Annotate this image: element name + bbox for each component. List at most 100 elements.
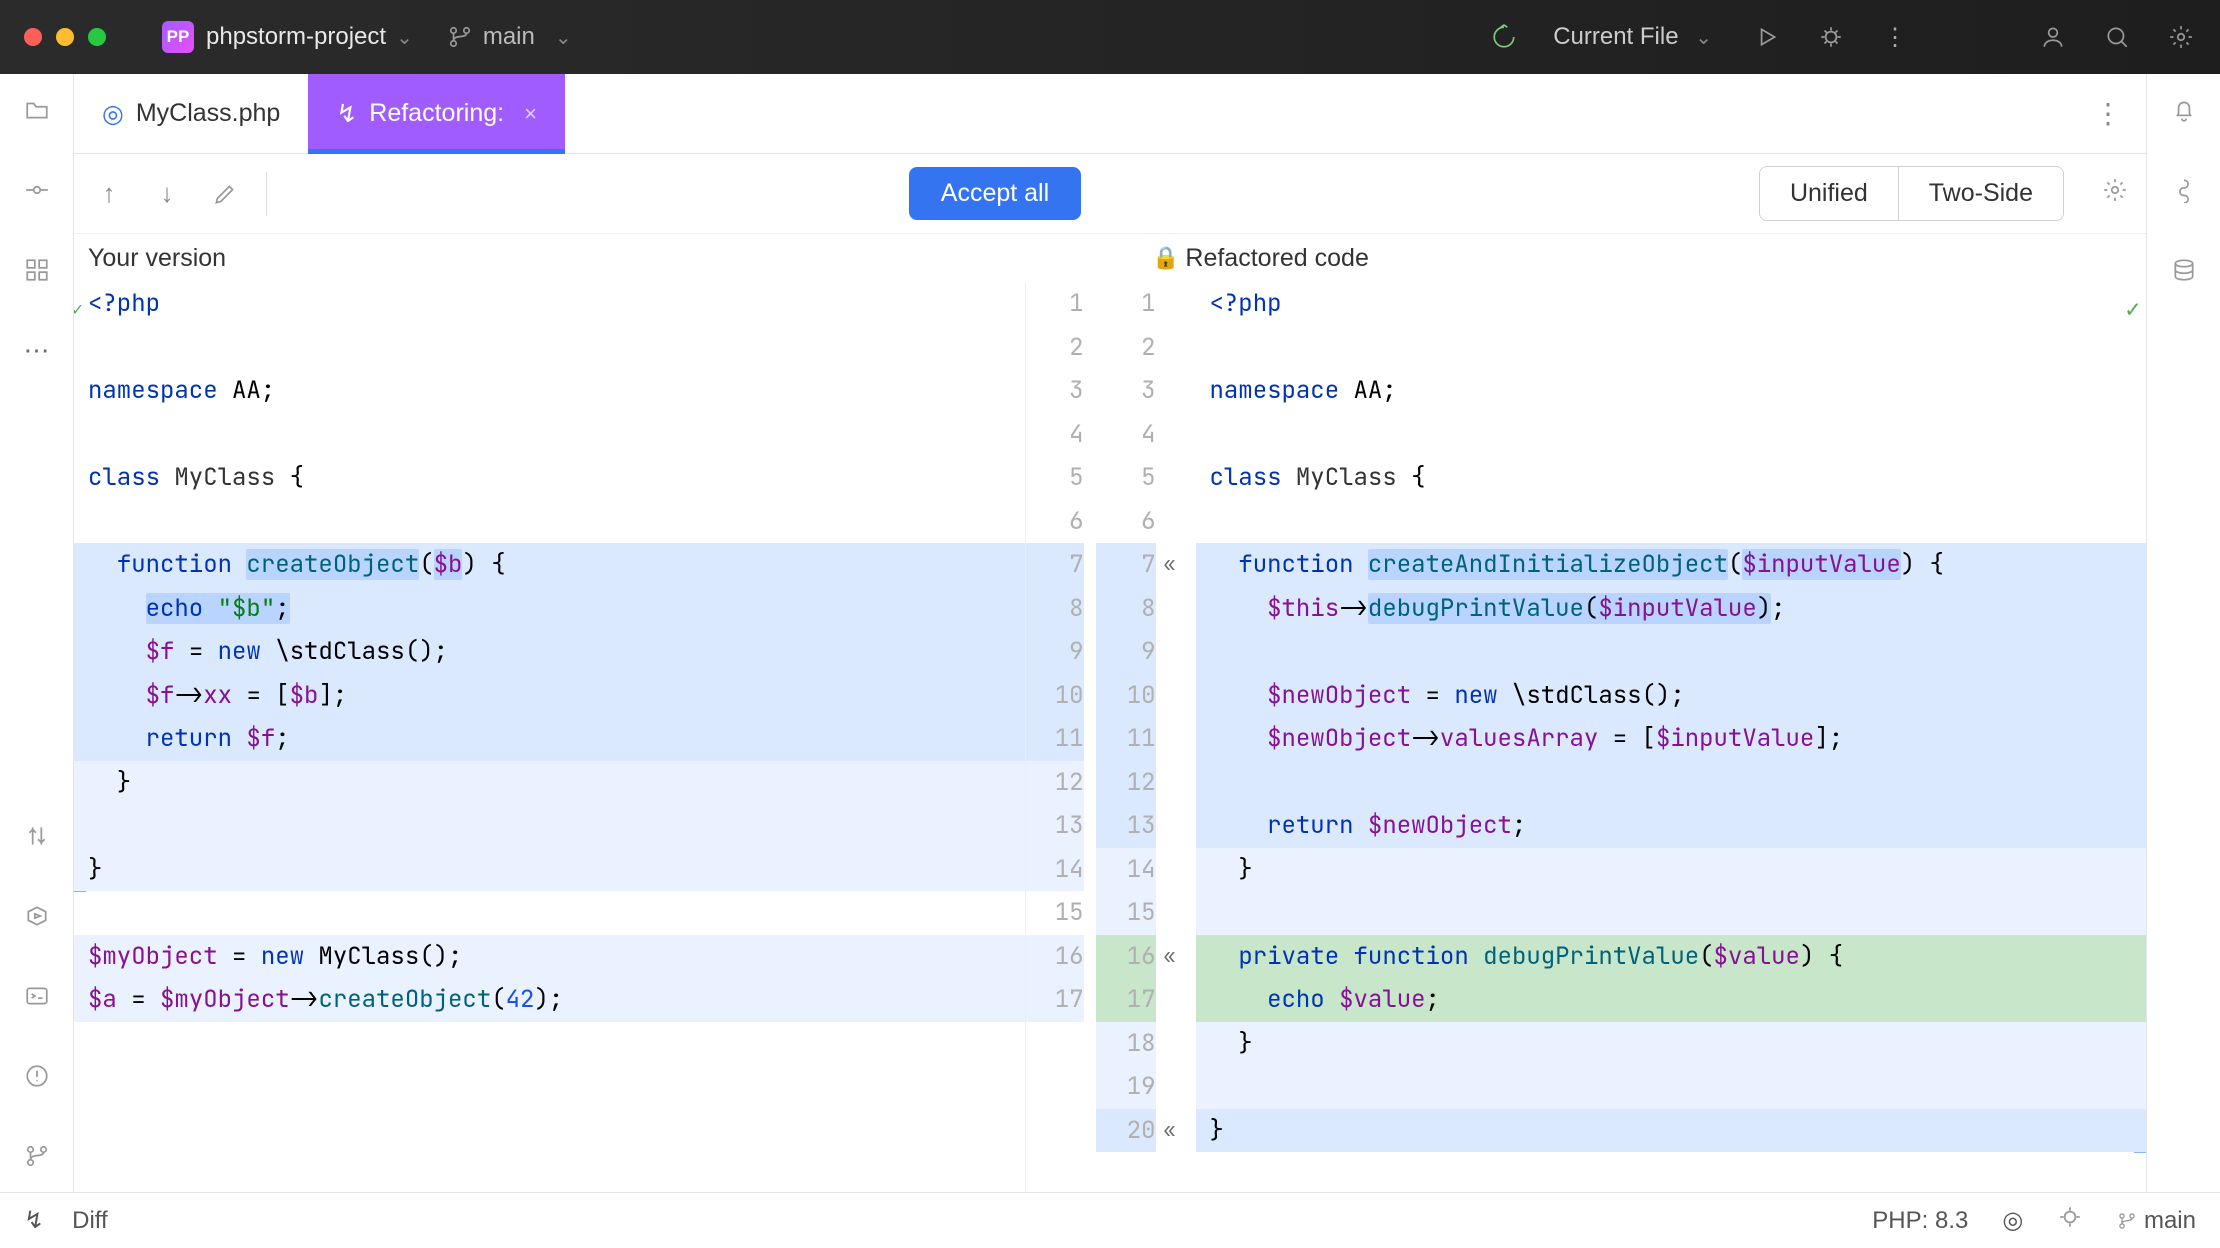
project-icon[interactable]	[19, 92, 55, 128]
run-icon[interactable]	[1752, 22, 1782, 52]
code-line[interactable]: $f->xx = [$b];	[74, 674, 1025, 718]
maximize-window-icon[interactable]	[88, 28, 106, 46]
prev-diff-icon[interactable]: ↑	[92, 177, 126, 211]
expand-icon[interactable]	[1164, 978, 1196, 1022]
code-line[interactable]	[1196, 326, 2147, 370]
code-line[interactable]: class MyClass {	[74, 456, 1025, 500]
close-window-icon[interactable]	[24, 28, 42, 46]
more-tools-icon[interactable]: ⋯	[19, 332, 55, 368]
code-line[interactable]	[1196, 630, 2147, 674]
close-icon[interactable]: ×	[524, 101, 537, 127]
terminal-icon[interactable]	[19, 978, 55, 1014]
code-line[interactable]: echo "$b";	[74, 587, 1025, 631]
expand-icon[interactable]	[1164, 891, 1196, 935]
diff-settings-icon[interactable]	[2102, 177, 2128, 210]
code-line[interactable]: $a = $myObject->createObject(42);	[74, 978, 1025, 1022]
code-line[interactable]: $newObject = new \stdClass();	[1196, 674, 2147, 718]
structure-icon[interactable]	[19, 252, 55, 288]
code-line[interactable]: function createObject($b) {	[74, 543, 1025, 587]
vcs-status[interactable]: main	[2117, 1207, 2196, 1235]
expand-icon[interactable]	[1164, 369, 1196, 413]
minimize-window-icon[interactable]	[56, 28, 74, 46]
edit-icon[interactable]	[208, 177, 242, 211]
search-icon[interactable]	[2102, 22, 2132, 52]
git-icon[interactable]	[19, 1138, 55, 1174]
twoside-view-button[interactable]: Two-Side	[1898, 167, 2063, 220]
expand-icon[interactable]: «	[1164, 1109, 1196, 1153]
run-config-selector[interactable]: Current File ⌄	[1553, 23, 1712, 51]
code-line[interactable]: function createAndInitializeObject($inpu…	[1196, 543, 2147, 587]
more-icon[interactable]: ⋮	[1880, 22, 1910, 52]
tab-refactoring[interactable]: ↯ Refactoring: ×	[308, 74, 565, 154]
ai-assistant-icon[interactable]	[2166, 172, 2202, 208]
unified-view-button[interactable]: Unified	[1760, 167, 1898, 220]
code-line[interactable]: $myObject = new MyClass();	[74, 935, 1025, 979]
expand-icon[interactable]	[1164, 674, 1196, 718]
pull-requests-icon[interactable]	[19, 818, 55, 854]
code-line[interactable]	[1196, 500, 2147, 544]
database-icon[interactable]	[2166, 252, 2202, 288]
code-line[interactable]	[1196, 1065, 2147, 1109]
code-line[interactable]	[74, 413, 1025, 457]
code-line[interactable]: private function debugPrintValue($value)…	[1196, 935, 2147, 979]
debugger-status-icon[interactable]	[2057, 1204, 2083, 1237]
project-name[interactable]: phpstorm-project	[206, 23, 386, 51]
code-line[interactable]: namespace AA;	[1196, 369, 2147, 413]
expand-icon[interactable]	[1164, 761, 1196, 805]
code-line[interactable]: }	[74, 761, 1025, 805]
expand-icon[interactable]	[1164, 848, 1196, 892]
chevron-down-icon[interactable]: ⌄	[396, 25, 413, 50]
debug-icon[interactable]	[1816, 22, 1846, 52]
vcs-branch-selector[interactable]: main ⌄	[447, 23, 572, 51]
code-line[interactable]: }	[74, 848, 1025, 892]
next-diff-icon[interactable]: ↓	[150, 177, 184, 211]
diff-label[interactable]: Diff	[72, 1207, 108, 1235]
gear-icon[interactable]	[2166, 22, 2196, 52]
expand-icon[interactable]	[1164, 282, 1196, 326]
code-line[interactable]: echo $value;	[1196, 978, 2147, 1022]
php-version[interactable]: PHP: 8.3	[1872, 1207, 1968, 1235]
problems-icon[interactable]	[19, 1058, 55, 1094]
expand-icon[interactable]	[1164, 413, 1196, 457]
expand-icon[interactable]	[1164, 500, 1196, 544]
expand-icon[interactable]	[1164, 717, 1196, 761]
code-line[interactable]: return $f;	[74, 717, 1025, 761]
coverage-icon[interactable]: ◎	[2002, 1206, 2023, 1235]
code-line[interactable]	[1196, 413, 2147, 457]
code-line[interactable]: $this->debugPrintValue($inputValue);	[1196, 587, 2147, 631]
services-icon[interactable]	[19, 898, 55, 934]
expand-icon[interactable]	[1164, 804, 1196, 848]
expand-icon[interactable]	[1164, 630, 1196, 674]
code-line[interactable]: }	[1196, 1109, 2147, 1153]
tab-overflow-icon[interactable]: ⋮	[2070, 97, 2146, 130]
code-line[interactable]	[74, 804, 1025, 848]
expand-icon[interactable]	[1164, 1022, 1196, 1066]
accept-all-button[interactable]: Accept all	[909, 167, 1081, 220]
code-line[interactable]: }	[1196, 848, 2147, 892]
expand-icon[interactable]	[1164, 587, 1196, 631]
expand-icon[interactable]	[1164, 1065, 1196, 1109]
code-line[interactable]: $newObject->valuesArray = [$inputValue];	[1196, 717, 2147, 761]
code-line[interactable]: namespace AA;	[74, 369, 1025, 413]
expand-icon[interactable]: «	[1164, 543, 1196, 587]
build-icon[interactable]	[1489, 22, 1519, 52]
code-line[interactable]: }	[1196, 1022, 2147, 1066]
left-code-pane[interactable]: ✓<?php namespace AA; class MyClass { funct…	[74, 282, 1026, 1192]
code-line[interactable]	[74, 891, 1025, 935]
right-code-pane[interactable]: ✓ <?phpnamespace AA;class MyClass { func…	[1196, 282, 2147, 1192]
code-line[interactable]: class MyClass {	[1196, 456, 2147, 500]
tab-myclass[interactable]: ◎ MyClass.php	[74, 74, 308, 154]
code-line[interactable]	[74, 500, 1025, 544]
code-line[interactable]: <?php	[1196, 282, 2147, 326]
account-icon[interactable]	[2038, 22, 2068, 52]
code-line[interactable]: ✓<?php	[74, 282, 1025, 326]
expand-icon[interactable]	[1164, 326, 1196, 370]
code-line[interactable]	[74, 326, 1025, 370]
code-line[interactable]	[1196, 761, 2147, 805]
code-line[interactable]: return $newObject;	[1196, 804, 2147, 848]
notifications-icon[interactable]	[2166, 92, 2202, 128]
commit-icon[interactable]	[19, 172, 55, 208]
expand-icon[interactable]	[1164, 456, 1196, 500]
code-line[interactable]: $f = new \stdClass();	[74, 630, 1025, 674]
expand-icon[interactable]: «	[1164, 935, 1196, 979]
